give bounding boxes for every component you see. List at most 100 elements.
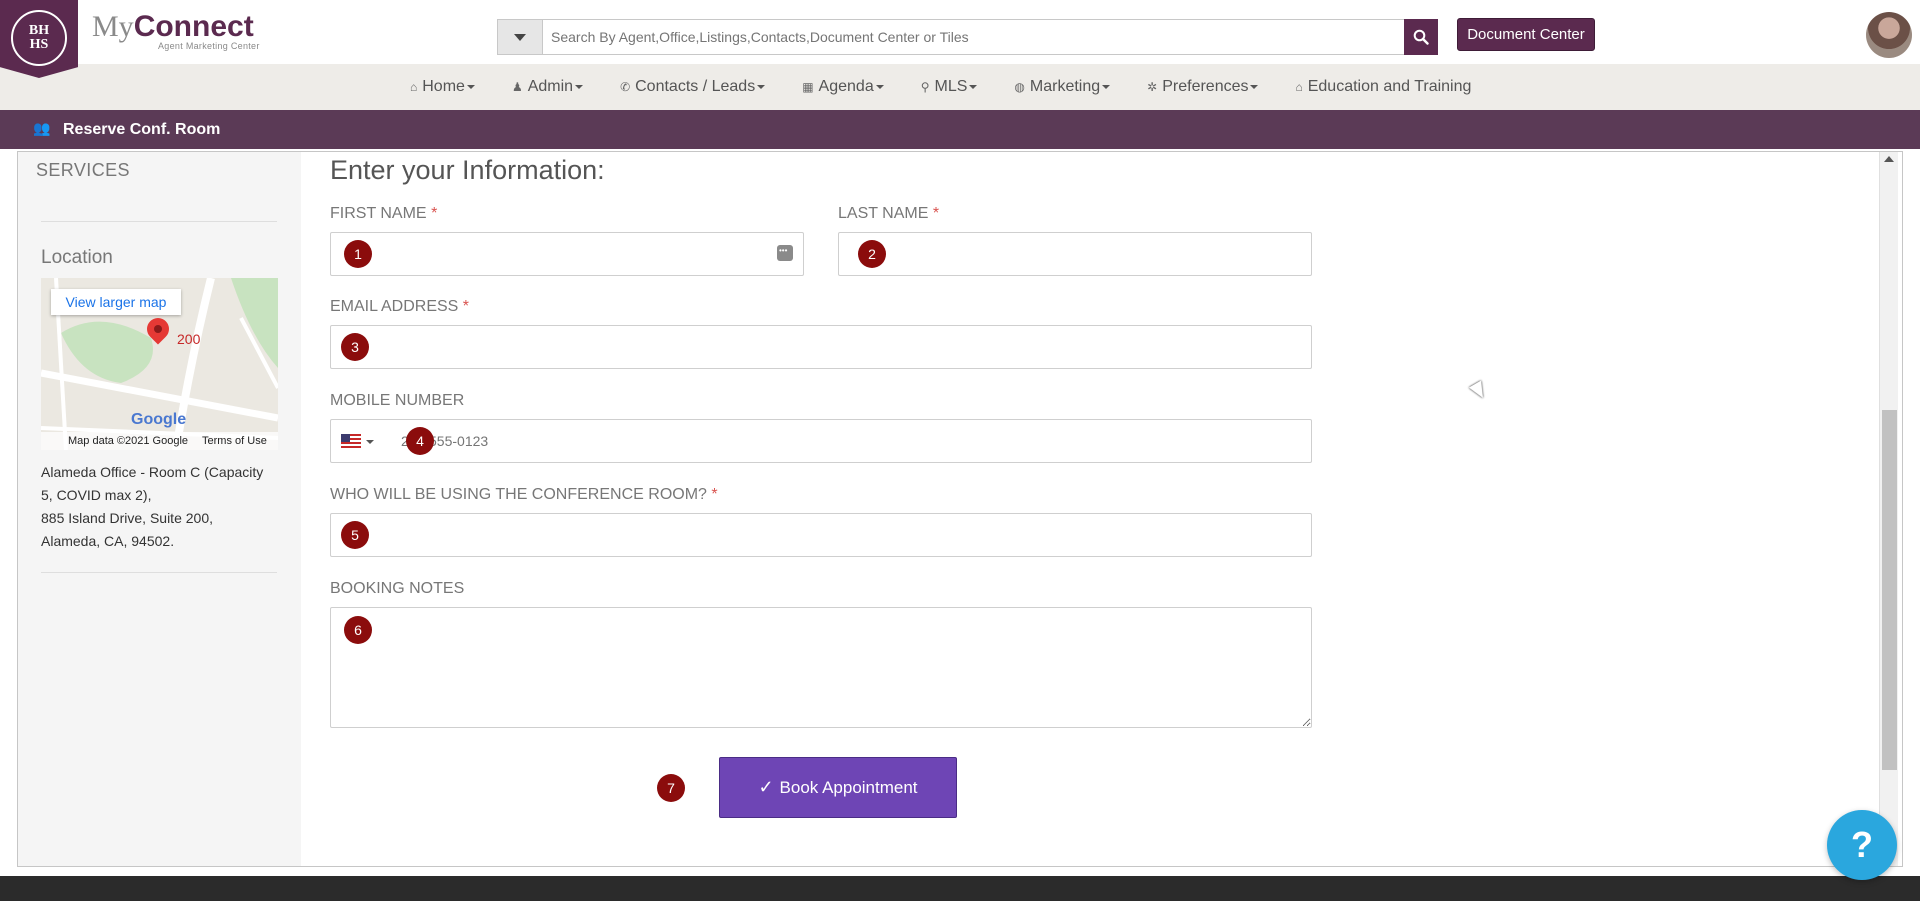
nav-mls-label: MLS bbox=[934, 78, 968, 95]
user-avatar[interactable] bbox=[1866, 12, 1912, 58]
global-search bbox=[497, 19, 1438, 55]
search-icon: ⚲ bbox=[920, 80, 930, 94]
caret-down-icon bbox=[575, 85, 584, 89]
first-name-label-text: FIRST NAME bbox=[330, 205, 427, 222]
nav-contacts-leads[interactable]: ✆ Contacts / Leads bbox=[620, 78, 766, 96]
step-badge-4: 4 bbox=[406, 427, 434, 455]
notes-label: BOOKING NOTES bbox=[330, 580, 464, 598]
nav-marketing[interactable]: ◍ Marketing bbox=[1014, 78, 1111, 96]
last-name-field[interactable] bbox=[838, 232, 1312, 276]
view-larger-map-link[interactable]: View larger map bbox=[51, 289, 181, 315]
nav-preferences-label: Preferences bbox=[1162, 78, 1249, 95]
required-mark: * bbox=[932, 205, 940, 222]
terms-of-use-link[interactable]: Terms of Use bbox=[202, 435, 267, 447]
nav-mls[interactable]: ⚲ MLS bbox=[921, 78, 978, 96]
last-name-input[interactable] bbox=[839, 233, 1311, 275]
divider bbox=[41, 572, 277, 573]
booking-notes-field[interactable] bbox=[330, 607, 1312, 728]
booking-form: Enter your Information: FIRST NAME * 1 L… bbox=[301, 152, 1879, 866]
step-badge-7: 7 bbox=[657, 774, 685, 802]
nav-home[interactable]: ⌂ Home bbox=[410, 78, 475, 96]
bhhs-logo[interactable]: BH HS bbox=[0, 0, 78, 78]
map-data-credit: Map data ©2021 Google bbox=[68, 435, 189, 447]
who-label-text: WHO WILL BE USING THE CONFERENCE ROOM? bbox=[330, 486, 707, 503]
content-scrollbar[interactable] bbox=[1879, 152, 1898, 866]
user-icon: ♟ bbox=[511, 80, 523, 94]
check-icon: ✓ bbox=[758, 777, 774, 797]
help-button[interactable]: ? bbox=[1827, 810, 1897, 880]
gear-icon: ✲ bbox=[1147, 80, 1158, 94]
caret-down-icon bbox=[514, 33, 526, 41]
caret-down-icon bbox=[466, 85, 475, 89]
last-name-label-text: LAST NAME bbox=[838, 205, 929, 222]
mobile-label-text: MOBILE NUMBER bbox=[330, 392, 465, 409]
step-badge-6: 6 bbox=[344, 616, 372, 644]
phone-icon: ✆ bbox=[620, 80, 631, 94]
email-field[interactable] bbox=[330, 325, 1312, 369]
nav-contacts-label: Contacts / Leads bbox=[635, 78, 756, 95]
email-label-text: EMAIL ADDRESS bbox=[330, 298, 459, 315]
nav-education-training[interactable]: ⌂ Education and Training bbox=[1295, 78, 1471, 96]
search-icon bbox=[1413, 29, 1429, 45]
nav-education-label: Education and Training bbox=[1307, 78, 1472, 95]
booking-notes-textarea[interactable] bbox=[331, 608, 1311, 727]
first-name-label: FIRST NAME * bbox=[330, 205, 437, 223]
mobile-input[interactable] bbox=[331, 420, 1311, 462]
email-label: EMAIL ADDRESS * bbox=[330, 298, 469, 316]
last-name-label: LAST NAME * bbox=[838, 205, 939, 223]
address-line: Alameda, CA, 94502. bbox=[41, 533, 175, 549]
room-user-field[interactable] bbox=[330, 513, 1312, 557]
logo-seal: BH HS bbox=[11, 10, 67, 66]
book-appointment-button[interactable]: ✓ Book Appointment bbox=[719, 757, 957, 818]
nav-agenda-label: Agenda bbox=[818, 78, 874, 95]
email-input[interactable] bbox=[331, 326, 1311, 368]
who-label: WHO WILL BE USING THE CONFERENCE ROOM? * bbox=[330, 486, 718, 504]
required-mark: * bbox=[431, 205, 438, 222]
logo-text-bottom: HS bbox=[29, 37, 49, 52]
address-line: 885 Island Drive, Suite 200, bbox=[41, 510, 213, 526]
step-badge-3: 3 bbox=[341, 333, 369, 361]
map-marker-label: 200 bbox=[177, 331, 201, 347]
nav-admin[interactable]: ♟ Admin bbox=[511, 78, 584, 96]
nav-marketing-label: Marketing bbox=[1029, 78, 1101, 95]
scroll-thumb[interactable] bbox=[1882, 410, 1897, 770]
caret-down-icon bbox=[969, 85, 978, 89]
search-button[interactable] bbox=[1404, 19, 1438, 55]
required-mark: * bbox=[711, 486, 718, 503]
document-center-button[interactable]: Document Center bbox=[1457, 18, 1595, 51]
booking-frame: SERVICES Location View larger map 200 Go… bbox=[17, 151, 1903, 867]
first-name-input[interactable] bbox=[331, 233, 803, 275]
nav-admin-label: Admin bbox=[527, 78, 574, 95]
search-input[interactable] bbox=[543, 20, 1437, 54]
divider bbox=[41, 221, 277, 222]
top-header: BH HS MyConnect Agent Marketing Center D… bbox=[0, 0, 1920, 78]
notes-label-text: BOOKING NOTES bbox=[330, 580, 465, 597]
location-map[interactable]: View larger map 200 Google Map data ©202… bbox=[41, 278, 278, 450]
first-name-field[interactable] bbox=[330, 232, 804, 276]
form-title: Enter your Information: bbox=[330, 155, 605, 185]
bank-icon: ⌂ bbox=[1295, 80, 1303, 94]
brand-title[interactable]: MyConnect bbox=[92, 12, 254, 42]
logo-text-top: BH bbox=[28, 23, 50, 38]
caret-down-icon bbox=[757, 85, 766, 89]
nav-preferences[interactable]: ✲ Preferences bbox=[1147, 78, 1259, 96]
mobile-label: MOBILE NUMBER bbox=[330, 392, 464, 410]
address-line: Alameda Office - Room C (Capacity bbox=[41, 464, 264, 480]
page-title: Reserve Conf. Room bbox=[63, 121, 221, 138]
search-scope-dropdown[interactable] bbox=[498, 20, 543, 54]
services-heading: SERVICES bbox=[36, 160, 130, 180]
scroll-up-icon[interactable] bbox=[1884, 156, 1894, 162]
map-attribution: Map data ©2021 Google Terms of Use bbox=[41, 432, 278, 450]
room-user-input[interactable] bbox=[331, 514, 1311, 556]
nav-home-label: Home bbox=[422, 78, 465, 95]
location-heading: Location bbox=[41, 247, 113, 268]
required-mark: * bbox=[462, 298, 470, 315]
brand-connect: Connect bbox=[133, 10, 254, 43]
mobile-field[interactable] bbox=[330, 419, 1312, 463]
calendar-icon: ▦ bbox=[802, 80, 814, 94]
caret-down-icon bbox=[1102, 85, 1111, 89]
step-badge-1: 1 bbox=[344, 240, 372, 268]
nav-agenda[interactable]: ▦ Agenda bbox=[802, 78, 884, 96]
autofill-icon[interactable] bbox=[777, 245, 793, 261]
footer-bar bbox=[0, 876, 1920, 901]
